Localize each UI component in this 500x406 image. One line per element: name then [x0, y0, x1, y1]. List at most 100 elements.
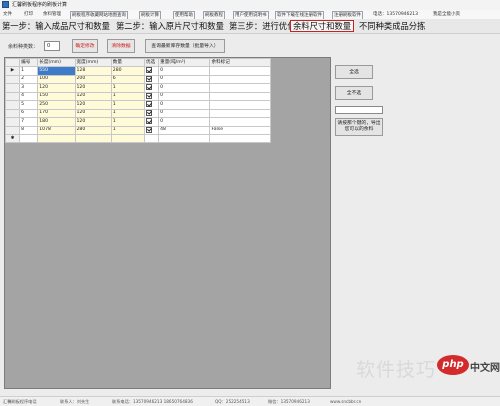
cell-prefer[interactable]	[144, 91, 160, 101]
prefer-checkbox[interactable]	[146, 118, 153, 124]
prefer-checkbox[interactable]	[146, 92, 153, 99]
cell-length[interactable]: 550	[37, 66, 76, 76]
col-header-id[interactable]: 编号	[19, 58, 39, 67]
cell-id[interactable]: 4	[19, 91, 39, 101]
col-header-weight[interactable]: 重量(吨/m²)	[158, 58, 211, 67]
cell-width[interactable]: 120	[74, 108, 112, 118]
cell-width[interactable]: 120	[74, 91, 112, 101]
table-row[interactable]: 3 120 120 1 0	[4, 83, 271, 93]
cell-qty[interactable]: 1	[110, 83, 146, 93]
cell-id[interactable]: 8	[19, 125, 39, 135]
cell-qty[interactable]: 1	[110, 91, 146, 101]
cell-weight[interactable]: 0	[158, 83, 211, 93]
cell-mark[interactable]: False	[209, 125, 271, 135]
menu-remnant[interactable]: 余料管理	[43, 10, 61, 19]
col-header-width[interactable]: 宽度(mm)	[74, 58, 112, 67]
remnant-count-input[interactable]: 0	[44, 41, 60, 51]
tab-step4[interactable]: 不同种类成品分拣	[359, 20, 425, 32]
table-row[interactable]: 2 100 200 6 0	[4, 74, 271, 84]
tab-step1[interactable]: 第一步：输入成品尺寸和数量	[2, 20, 110, 32]
col-header-length[interactable]: 长度(mm)	[37, 58, 76, 67]
tab-remnant-active[interactable]: 余料尺寸和数量	[290, 20, 355, 32]
cell-prefer[interactable]	[144, 100, 160, 110]
table-row[interactable]: 6 170 120 1 0	[4, 108, 271, 118]
cell-mark[interactable]	[209, 91, 271, 101]
cell-id[interactable]	[19, 134, 39, 143]
col-header-prefer[interactable]: 优选	[144, 58, 160, 67]
cell-weight[interactable]: 0	[158, 108, 211, 118]
cell-id[interactable]: 7	[19, 117, 39, 127]
cell-qty[interactable]: 1	[110, 108, 146, 118]
table-row[interactable]: ▶ 1 550 128 280 0	[4, 66, 271, 76]
cell-length[interactable]: 150	[37, 91, 76, 101]
table-row[interactable]: 7 180 120 1 0	[4, 117, 271, 127]
col-header-mark[interactable]: 余料标记	[209, 58, 271, 67]
col-header-qty[interactable]: 数量	[110, 58, 146, 67]
deselect-all-button[interactable]: 全不选	[335, 86, 373, 100]
prefer-checkbox[interactable]	[146, 84, 153, 90]
prefer-checkbox[interactable]	[146, 126, 153, 133]
cell-mark[interactable]	[209, 108, 271, 118]
cell-prefer[interactable]	[144, 66, 160, 76]
cell-id[interactable]: 6	[19, 108, 39, 118]
cell-width[interactable]: 128	[74, 66, 112, 76]
menu-brand[interactable]: 我是全能小资	[433, 10, 460, 19]
cell-width[interactable]	[74, 134, 112, 143]
table-row[interactable]: 5 250 120 1 0	[4, 100, 271, 110]
cell-weight[interactable]: 0	[158, 74, 211, 84]
cell-weight[interactable]: 0	[158, 100, 211, 110]
cell-weight[interactable]: 0	[158, 91, 211, 101]
cell-qty[interactable]: 1	[110, 100, 146, 110]
cell-qty[interactable]: 1	[110, 117, 146, 127]
cell-id[interactable]: 2	[19, 74, 39, 84]
select-all-button[interactable]: 全选	[335, 65, 373, 79]
cell-prefer[interactable]	[144, 74, 160, 84]
cell-id[interactable]: 3	[19, 83, 39, 93]
tab-step2[interactable]: 第二步：输入原片尺寸和数量	[116, 20, 224, 32]
cell-length[interactable]: 100	[37, 74, 76, 84]
cell-qty[interactable]: 280	[110, 66, 146, 76]
cell-qty[interactable]	[110, 134, 146, 143]
cell-id[interactable]: 5	[19, 100, 39, 110]
prefer-checkbox[interactable]	[146, 109, 153, 116]
cell-prefer[interactable]	[144, 83, 160, 93]
menu-file[interactable]: 文件	[3, 10, 12, 19]
cell-prefer[interactable]	[144, 108, 160, 118]
prefer-checkbox[interactable]	[146, 67, 153, 73]
import-stock-button[interactable]: 查询最新库存数量（批量导入）	[145, 39, 225, 53]
cell-qty[interactable]: 6	[110, 74, 146, 84]
cell-length[interactable]: 120	[37, 83, 76, 93]
cell-weight[interactable]: 48	[158, 125, 211, 135]
cell-mark[interactable]	[209, 66, 271, 76]
cell-mark[interactable]	[209, 134, 271, 143]
cell-length[interactable]: 170	[37, 108, 76, 118]
cell-width[interactable]: 200	[74, 74, 112, 84]
menu-print[interactable]: 打印	[24, 10, 33, 19]
cell-id[interactable]: 1	[19, 66, 39, 76]
cell-weight[interactable]: 0	[158, 117, 211, 127]
cell-weight[interactable]: 0	[158, 66, 211, 76]
cell-length[interactable]: 250	[37, 100, 76, 110]
cell-width[interactable]: 120	[74, 100, 112, 110]
cell-mark[interactable]	[209, 117, 271, 127]
side-input[interactable]	[335, 106, 383, 114]
cell-prefer[interactable]	[144, 134, 160, 143]
cell-prefer[interactable]	[144, 117, 160, 127]
cell-weight[interactable]	[158, 134, 211, 143]
table-row[interactable]: ✱	[4, 134, 271, 143]
cell-qty[interactable]: 1	[110, 125, 146, 135]
confirm-button[interactable]: 确定修改	[72, 39, 98, 53]
prefer-checkbox[interactable]	[146, 75, 153, 82]
export-remnant-button[interactable]: 请按那个键的，导出您可以的余料	[335, 118, 383, 136]
cell-prefer[interactable]	[144, 125, 160, 135]
cell-width[interactable]: 120	[74, 83, 112, 93]
prefer-checkbox[interactable]	[146, 101, 153, 107]
cell-length[interactable]	[37, 134, 76, 143]
cell-mark[interactable]	[209, 100, 271, 110]
cell-mark[interactable]	[209, 83, 271, 93]
cell-mark[interactable]	[209, 74, 271, 84]
tab-step3[interactable]: 第三步：进行优化	[229, 20, 295, 32]
cell-length[interactable]: 180	[37, 117, 76, 127]
table-row[interactable]: 8 1078 280 1 48 False	[4, 125, 271, 135]
cell-length[interactable]: 1078	[37, 125, 76, 135]
